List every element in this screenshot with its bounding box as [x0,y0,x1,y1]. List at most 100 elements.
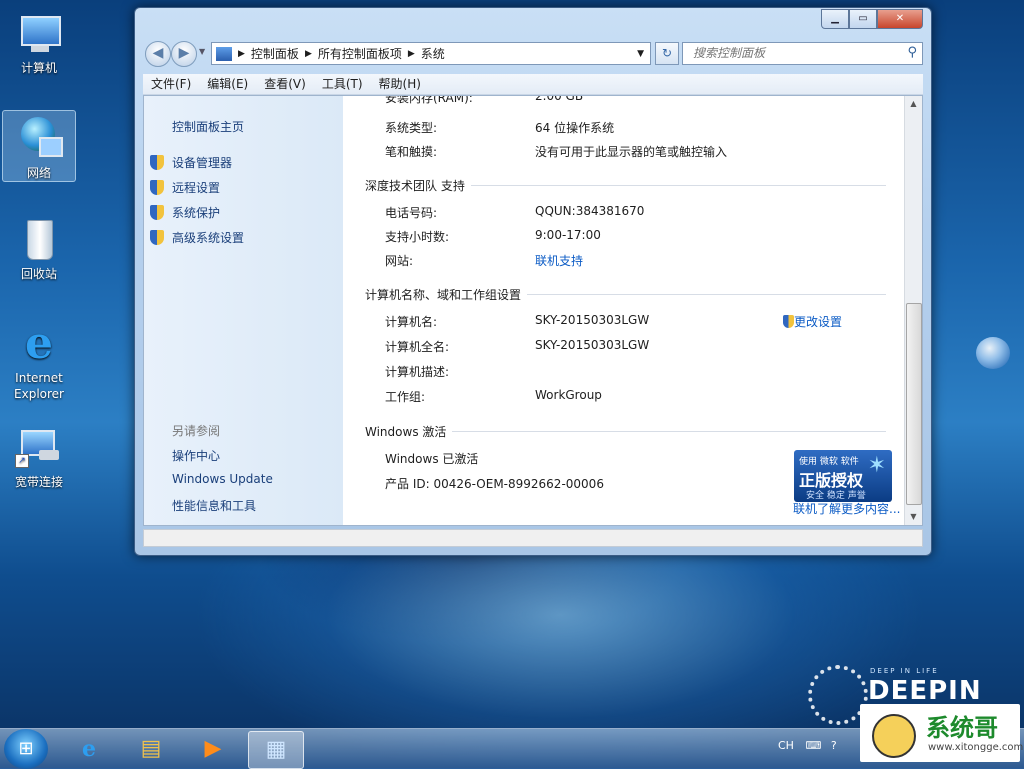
search-icon[interactable]: ⚲ [907,45,917,60]
uac-shield-icon [150,180,164,195]
system-type-label: 系统类型: [385,121,438,135]
description-label: 计算机描述: [385,365,450,379]
menu-edit[interactable]: 编辑(E) [199,74,256,94]
desktop-icon-recycle-bin[interactable]: 回收站 [3,212,75,282]
uac-shield-icon [150,230,164,245]
advanced-settings-link[interactable]: 高级系统设置 [150,229,244,246]
desktop-icon-internet-explorer[interactable]: e Internet Explorer [3,316,75,402]
address-bar[interactable]: ▶ 控制面板 ▶ 所有控制面板项 ▶ 系统 ▼ [211,42,651,65]
minimize-button[interactable]: ▁ [821,9,849,29]
recent-pages-dropdown[interactable]: ▼ [199,47,205,56]
search-input[interactable] [691,43,895,63]
uac-shield-icon [150,205,164,220]
caption-buttons: ▁ ▭ ✕ [821,9,923,29]
scroll-up-arrow-icon[interactable]: ▲ [905,96,922,112]
full-name-value: SKY-20150303LGW [535,338,650,352]
address-dropdown-icon[interactable]: ▼ [637,49,644,59]
client-area: 控制面板主页 设备管理器 远程设置 系统保护 高级系统设置 另请参阅 操作中心 … [143,95,923,526]
workgroup-label: 工作组: [385,390,426,404]
action-center-link[interactable]: 操作中心 [172,447,220,464]
back-button[interactable]: ◀ [145,41,171,67]
breadcrumb-system[interactable]: 系统 [421,45,445,62]
breadcrumb-separator-icon: ▶ [238,48,245,59]
breadcrumb-separator-icon: ▶ [407,48,415,59]
control-panel-home-link[interactable]: 控制面板主页 [172,118,244,135]
forward-arrow-icon: ▶ [178,45,190,61]
activation-section-header: Windows 激活 [365,423,886,440]
see-also-heading: 另请参阅 [172,424,221,438]
pen-touch-value: 没有可用于此显示器的笔或触控输入 [535,145,728,159]
ram-value: 2.00 GB [535,95,584,103]
windows-logo-icon: ⊞ [18,738,34,759]
taskbar-control-panel[interactable]: ▦ [248,731,304,769]
watermark-url: www.xitongge.com [928,742,1024,753]
water-drop-decoration [976,337,1010,369]
change-settings-link[interactable]: 更改设置 [783,313,842,330]
star-icon: ✶ [867,453,886,478]
performance-tools-link[interactable]: 性能信息和工具 [172,497,256,514]
learn-more-link[interactable]: 联机了解更多内容... [793,500,900,517]
vertical-scrollbar[interactable]: ▲ ▼ [904,96,922,525]
keyboard-icon[interactable]: ⌨ [805,739,821,752]
device-manager-link[interactable]: 设备管理器 [150,154,232,171]
recycle-bin-icon [15,216,63,264]
pen-touch-label: 笔和触摸: [385,145,438,159]
desktop-icon-network[interactable]: 网络 [2,110,76,182]
menu-help[interactable]: 帮助(H) [371,74,429,94]
system-window: ▁ ▭ ✕ ◀ ▶ ▼ ▶ 控制面板 ▶ 所有控制面板项 ▶ 系统 ▼ ↻ ⚲ … [134,7,932,556]
help-icon[interactable]: ? [831,739,837,752]
windows-update-link[interactable]: Windows Update [172,472,273,486]
menu-tools[interactable]: 工具(T) [314,74,371,94]
close-button[interactable]: ✕ [877,9,923,29]
advanced-settings-label: 高级系统设置 [172,231,245,245]
control-panel-icon: ▦ [265,737,287,762]
brand-tagline: DEEP IN LIFE [870,667,939,675]
scroll-thumb[interactable] [906,303,922,505]
task-pane: 控制面板主页 设备管理器 远程设置 系统保护 高级系统设置 另请参阅 操作中心 … [144,96,343,525]
online-support-link[interactable]: 联机支持 [535,252,583,269]
change-settings-label: 更改设置 [794,315,843,329]
computer-section-header: 计算机名称、域和工作组设置 [365,286,886,303]
support-section-header: 深度技术团队 支持 [365,177,886,194]
desktop-icon-label: 回收站 [20,267,57,281]
breadcrumb-all-items[interactable]: 所有控制面板项 [318,45,402,62]
desktop-icon-broadband[interactable]: ↗ 宽带连接 [3,420,75,490]
badge-top-text: 使用 微软 软件 [799,457,859,467]
system-protection-link[interactable]: 系统保护 [150,204,220,221]
menu-view[interactable]: 查看(V) [256,74,314,94]
taskbar-internet-explorer[interactable]: e [62,731,116,767]
internet-explorer-icon: e [82,736,96,762]
remote-settings-link[interactable]: 远程设置 [150,179,220,196]
breadcrumb-control-panel[interactable]: 控制面板 [251,45,299,62]
media-player-icon: ▶ [204,736,222,761]
desktop-icon-label: Internet Explorer [14,371,64,401]
address-row: ◀ ▶ ▼ ▶ 控制面板 ▶ 所有控制面板项 ▶ 系统 ▼ ↻ ⚲ [143,41,923,67]
remote-settings-label: 远程设置 [172,181,221,195]
language-indicator[interactable]: CH [778,739,794,752]
scroll-down-arrow-icon[interactable]: ▼ [905,509,922,525]
product-id: 产品 ID: 00426-OEM-8992662-00006 [385,477,604,491]
desktop-icon-label: 计算机 [20,61,57,75]
refresh-icon: ↻ [661,46,673,60]
system-tray: CH ⌨ ? [778,739,837,752]
refresh-button[interactable]: ↻ [655,42,679,65]
activation-section-title: Windows 激活 [365,423,453,440]
menu-bar: 文件(F) 编辑(E) 查看(V) 工具(T) 帮助(H) [143,74,923,95]
computer-icon [15,10,63,58]
computer-name-value: SKY-20150303LGW [535,313,650,327]
computer-section-title: 计算机名称、域和工作组设置 [365,286,528,303]
menu-file[interactable]: 文件(F) [143,74,199,94]
taskbar-media-player[interactable]: ▶ [186,731,240,767]
watermark-name: 系统哥 [926,714,998,742]
taskbar-file-explorer[interactable]: ▤ [124,731,178,767]
desktop-icon-computer[interactable]: 计算机 [3,6,75,76]
control-panel-icon [216,46,232,61]
forward-button[interactable]: ▶ [171,41,197,67]
start-button[interactable]: ⊞ [4,729,48,769]
broadband-connection-icon: ↗ [15,424,63,472]
maximize-button[interactable]: ▭ [849,9,877,29]
activation-status: Windows 已激活 [385,452,479,466]
genuine-software-badge: 使用 微软 软件 正版授权 安全 稳定 声誉 ✶ [794,450,892,502]
system-type-value: 64 位操作系统 [535,121,615,135]
search-box[interactable]: ⚲ [682,42,923,65]
